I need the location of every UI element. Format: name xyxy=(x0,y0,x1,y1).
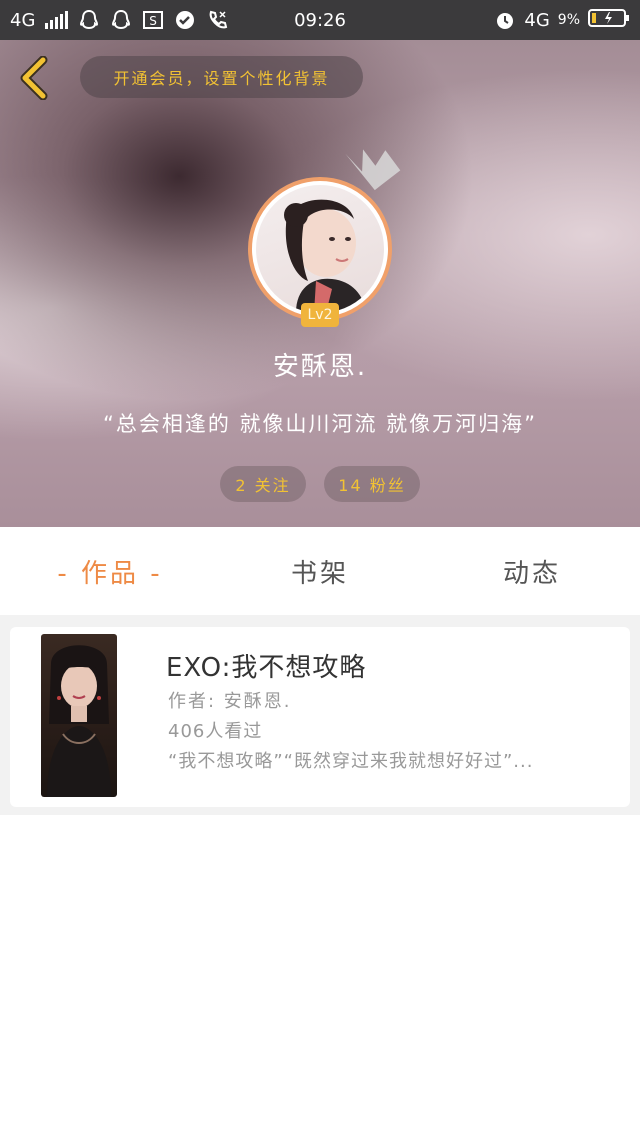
status-right: 4G 9% xyxy=(494,0,630,40)
tab-feed[interactable]: 动态 xyxy=(462,527,602,615)
avatar-image xyxy=(256,185,384,313)
battery-percent: 9% xyxy=(557,12,580,28)
book-cover xyxy=(41,634,117,797)
profile-tabs: - 作品 - 书架 动态 xyxy=(0,527,640,615)
tab-works[interactable]: - 作品 - xyxy=(40,527,180,615)
vip-banner[interactable]: 开通会员，设置个性化背景 xyxy=(80,56,363,98)
followers-button[interactable]: 14 粉丝 xyxy=(324,466,420,502)
list-item[interactable]: EXO:我不想攻略 作者: 安酥恩. 406人看过 “我不想攻略”“既然穿过来我… xyxy=(10,627,630,807)
works-list: EXO:我不想攻略 作者: 安酥恩. 406人看过 “我不想攻略”“既然穿过来我… xyxy=(0,615,640,815)
chevron-left-icon xyxy=(20,56,48,100)
battery-icon xyxy=(588,8,630,32)
level-badge: Lv2 xyxy=(301,303,339,327)
network-type-label-right: 4G xyxy=(524,9,550,31)
work-views: 406人看过 xyxy=(168,721,263,742)
back-button[interactable] xyxy=(14,56,54,100)
signature: “总会相逢的 就像山川河流 就像万河归海” xyxy=(102,412,538,436)
status-bar: 4G S 09:26 4G 9% xyxy=(0,0,640,40)
work-title: EXO:我不想攻略 xyxy=(166,653,367,683)
tab-bookshelf[interactable]: 书架 xyxy=(250,527,390,615)
work-excerpt: “我不想攻略”“既然穿过来我就想好好过”... xyxy=(168,751,534,772)
following-button[interactable]: 2 关注 xyxy=(220,466,306,502)
work-author: 作者: 安酥恩. xyxy=(168,691,292,712)
profile-header: 开通会员，设置个性化背景 Lv2 安酥恩. “总会相逢的 就像山川河流 就像万河… xyxy=(0,40,640,527)
alarm-icon xyxy=(494,9,516,31)
avatar[interactable] xyxy=(248,177,392,321)
username: 安酥恩. xyxy=(272,352,368,382)
